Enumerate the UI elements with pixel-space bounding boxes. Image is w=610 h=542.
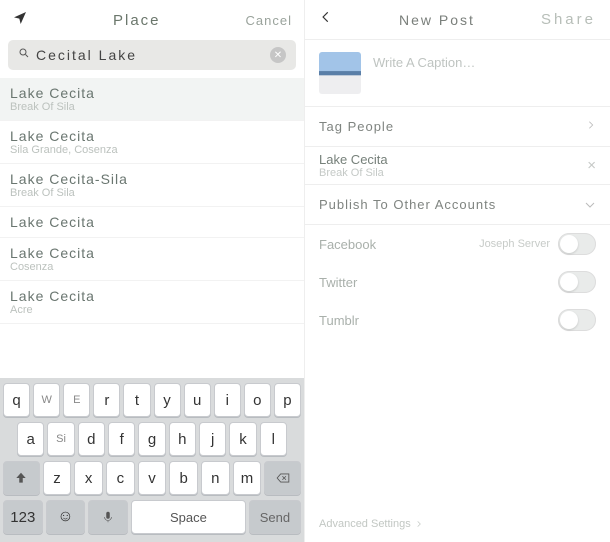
- key-i[interactable]: i: [214, 383, 241, 417]
- key-c[interactable]: c: [106, 461, 135, 495]
- key-send[interactable]: Send: [249, 500, 301, 534]
- publish-accounts-row[interactable]: Publish To Other Accounts: [305, 185, 610, 225]
- clear-icon[interactable]: ✕: [270, 47, 286, 63]
- chevron-right-icon: [586, 118, 596, 136]
- key-mic[interactable]: [88, 500, 128, 534]
- key-j[interactable]: j: [199, 422, 226, 456]
- list-item[interactable]: Lake Cecita Sila Grande, Cosenza: [0, 121, 304, 164]
- remove-location-button[interactable]: ×: [587, 157, 596, 174]
- key-s[interactable]: Si: [47, 422, 74, 456]
- key-p[interactable]: p: [274, 383, 301, 417]
- key-a[interactable]: a: [17, 422, 44, 456]
- key-u[interactable]: u: [184, 383, 211, 417]
- list-item[interactable]: Lake Cecita Acre: [0, 281, 304, 324]
- shift-icon: [13, 471, 29, 485]
- account-row-twitter: Twitter: [305, 263, 610, 301]
- account-row-facebook: Facebook Joseph Server: [305, 225, 610, 263]
- key-emoji[interactable]: ☺: [46, 500, 86, 534]
- account-row-tumblr: Tumblr: [305, 301, 610, 339]
- location-row[interactable]: Lake Cecita Break Of Sila ×: [305, 147, 610, 185]
- chevron-left-icon: [319, 10, 333, 24]
- key-m[interactable]: m: [233, 461, 262, 495]
- key-v[interactable]: v: [138, 461, 167, 495]
- location-icon[interactable]: [12, 10, 28, 31]
- key-shift[interactable]: [3, 461, 40, 495]
- list-item[interactable]: Lake Cecita: [0, 207, 304, 238]
- share-button[interactable]: Share: [541, 11, 596, 28]
- key-symbols[interactable]: 123: [3, 500, 43, 534]
- key-t[interactable]: t: [123, 383, 150, 417]
- header: New Post Share: [305, 0, 610, 40]
- key-x[interactable]: x: [74, 461, 103, 495]
- key-e[interactable]: E: [63, 383, 90, 417]
- tag-people-row[interactable]: Tag People: [305, 107, 610, 147]
- place-search-screen: Place Cancel ✕ Lake Cecita Break Of Sila…: [0, 0, 305, 542]
- list-item[interactable]: Lake Cecita-Sila Break Of Sila: [0, 164, 304, 207]
- key-backspace[interactable]: [264, 461, 301, 495]
- post-thumbnail[interactable]: [319, 52, 361, 94]
- cancel-button[interactable]: Cancel: [246, 13, 292, 28]
- list-item[interactable]: Lake Cecita Break Of Sila: [0, 78, 304, 121]
- key-k[interactable]: k: [229, 422, 256, 456]
- chevron-right-icon: [415, 520, 423, 528]
- list-item[interactable]: Lake Cecita Cosenza: [0, 238, 304, 281]
- key-g[interactable]: g: [138, 422, 165, 456]
- key-l[interactable]: l: [260, 422, 287, 456]
- backspace-icon: [275, 471, 291, 485]
- key-h[interactable]: h: [169, 422, 196, 456]
- toggle-twitter[interactable]: [558, 271, 596, 293]
- caption-row: Write A Caption…: [305, 40, 610, 107]
- key-d[interactable]: d: [78, 422, 105, 456]
- key-q[interactable]: q: [3, 383, 30, 417]
- toggle-facebook[interactable]: [558, 233, 596, 255]
- places-list: Lake Cecita Break Of Sila Lake Cecita Si…: [0, 78, 304, 378]
- key-space[interactable]: Space: [131, 500, 246, 534]
- emoji-icon: ☺: [57, 508, 73, 526]
- search-input[interactable]: ✕: [8, 40, 296, 70]
- search-icon: [18, 46, 30, 64]
- page-title: New Post: [399, 12, 475, 28]
- mic-icon: [100, 510, 116, 524]
- key-y[interactable]: y: [154, 383, 181, 417]
- key-n[interactable]: n: [201, 461, 230, 495]
- back-button[interactable]: [319, 10, 333, 29]
- search-field[interactable]: [30, 47, 270, 63]
- header: Place Cancel: [0, 0, 304, 40]
- toggle-tumblr[interactable]: [558, 309, 596, 331]
- new-post-screen: New Post Share Write A Caption… Tag Peop…: [305, 0, 610, 542]
- caption-input[interactable]: Write A Caption…: [373, 52, 475, 70]
- keyboard: q W E r t y u i o p a Si d f g h j k l z: [0, 378, 304, 542]
- key-w[interactable]: W: [33, 383, 60, 417]
- key-o[interactable]: o: [244, 383, 271, 417]
- key-r[interactable]: r: [93, 383, 120, 417]
- advanced-settings-link[interactable]: Advanced Settings: [305, 506, 610, 542]
- key-z[interactable]: z: [43, 461, 72, 495]
- key-f[interactable]: f: [108, 422, 135, 456]
- page-title: Place: [113, 12, 161, 29]
- key-b[interactable]: b: [169, 461, 198, 495]
- chevron-down-icon: [584, 196, 596, 214]
